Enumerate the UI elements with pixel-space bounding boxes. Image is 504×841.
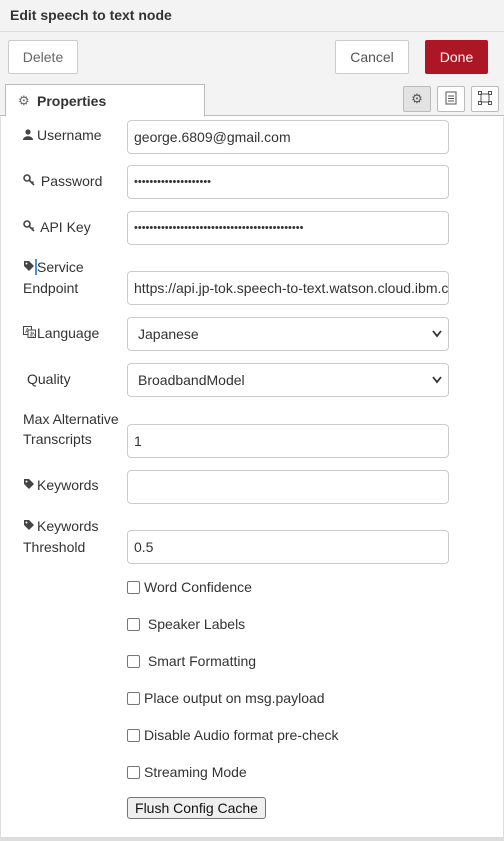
max-alternatives-input[interactable]: 1 <box>127 424 449 458</box>
keywords-label: Keywords <box>23 475 98 496</box>
checkbox-box[interactable] <box>127 618 140 631</box>
endpoint-input[interactable]: https://api.jp-tok.speech-to-text.watson… <box>127 271 449 305</box>
appearance-tab-icon[interactable] <box>471 86 499 112</box>
chevron-down-icon <box>432 318 442 363</box>
disable-audio-check-checkbox[interactable]: Disable Audio format pre-check <box>127 727 339 743</box>
smart-formatting-checkbox[interactable]: Smart Formatting <box>127 653 256 669</box>
description-tab-icon[interactable] <box>437 86 465 112</box>
checkbox-box[interactable] <box>127 729 140 742</box>
user-icon <box>23 126 37 146</box>
endpoint-label: Service Endpoint <box>23 259 84 296</box>
key-icon <box>23 172 37 192</box>
properties-panel: Username george.6809@gmail.com Password … <box>0 117 504 837</box>
keywords-threshold-input[interactable]: 0.5 <box>127 530 449 564</box>
gear-icon: ⚙ <box>18 93 30 108</box>
cancel-button[interactable]: Cancel <box>335 40 409 74</box>
tag-icon <box>23 476 37 496</box>
svg-text:あ: あ <box>29 332 35 339</box>
language-select[interactable]: Japanese <box>127 317 449 351</box>
tray-title: Edit speech to text node <box>10 7 172 23</box>
tray-footer-divider <box>0 837 504 841</box>
flush-config-cache-button[interactable]: Flush Config Cache <box>127 797 266 819</box>
quality-select[interactable]: BroadbandModel <box>127 363 449 397</box>
apikey-label: API Key <box>23 217 91 238</box>
key-icon <box>23 218 37 238</box>
language-icon: Aあ <box>23 324 37 344</box>
tray-header: Edit speech to text node <box>0 0 504 32</box>
password-input[interactable]: •••••••••••••••••••• <box>127 165 449 199</box>
checkbox-box[interactable] <box>127 581 140 594</box>
username-label: Username <box>23 125 102 146</box>
chevron-down-icon <box>432 364 442 409</box>
keywords-threshold-label: Keywords Threshold <box>23 517 99 555</box>
tag-icon <box>23 517 37 537</box>
done-button[interactable]: Done <box>425 40 488 74</box>
speaker-labels-checkbox[interactable]: Speaker Labels <box>127 616 245 632</box>
payload-output-checkbox[interactable]: Place output on msg.payload <box>127 690 325 706</box>
word-confidence-checkbox[interactable]: Word Confidence <box>127 579 252 595</box>
checkbox-box[interactable] <box>127 766 140 779</box>
tab-properties[interactable]: ⚙ Properties <box>5 84 205 117</box>
tab-properties-label: Properties <box>37 93 107 109</box>
checkbox-box[interactable] <box>127 692 140 705</box>
password-label: Password <box>23 171 102 192</box>
language-label: Aあ Language <box>23 323 99 344</box>
checkbox-box[interactable] <box>127 655 140 668</box>
streaming-mode-checkbox[interactable]: Streaming Mode <box>127 764 247 780</box>
apikey-input[interactable]: ••••••••••••••••••••••••••••••••••••••••… <box>127 211 449 245</box>
max-alternatives-label: Max Alternative Transcripts <box>23 411 119 447</box>
username-input[interactable]: george.6809@gmail.com <box>127 120 449 154</box>
delete-button[interactable]: Delete <box>8 40 78 74</box>
keywords-input[interactable] <box>127 470 449 504</box>
quality-label: Quality <box>27 371 71 387</box>
settings-tab-icon[interactable]: ⚙ <box>403 86 431 112</box>
tray-toolbar: Delete Cancel Done <box>0 32 504 80</box>
